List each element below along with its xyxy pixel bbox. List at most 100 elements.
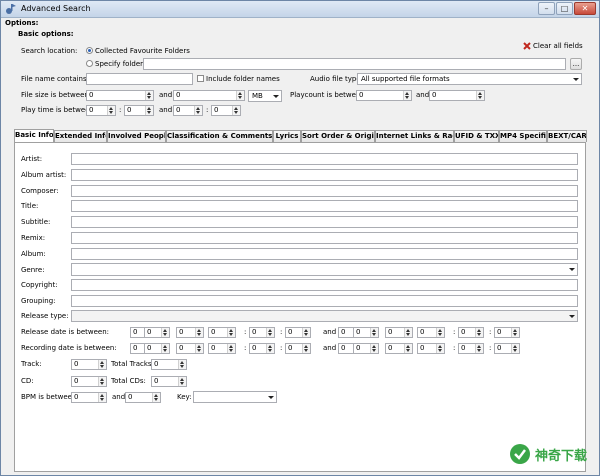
spin-arrows-icon[interactable]	[227, 328, 235, 337]
spin-arrows-icon[interactable]	[403, 91, 411, 100]
playcount-from-input[interactable]: 0	[356, 90, 412, 101]
date-part-input[interactable]: 0	[249, 327, 275, 338]
spin-arrows-icon[interactable]	[436, 344, 444, 353]
spin-arrows-icon[interactable]	[98, 393, 106, 402]
spin-arrows-icon[interactable]	[370, 344, 378, 353]
spin-arrows-icon[interactable]	[476, 91, 484, 100]
track-input[interactable]: 0	[71, 359, 107, 370]
date-part-input[interactable]: 0	[458, 327, 484, 338]
date-part-input[interactable]: 0	[385, 327, 413, 338]
release-type-select[interactable]	[71, 310, 578, 322]
date-part-input[interactable]: 0	[353, 343, 379, 354]
spin-arrows-icon[interactable]	[475, 344, 483, 353]
genre-select[interactable]	[71, 263, 578, 276]
playcount-to-input[interactable]: 0	[429, 90, 485, 101]
tab-involved-people[interactable]: Involved People	[107, 130, 166, 142]
file-size-from-input[interactable]: 0	[86, 90, 154, 101]
date-part-input[interactable]: 0	[353, 327, 379, 338]
spin-arrows-icon[interactable]	[145, 91, 153, 100]
spin-arrows-icon[interactable]	[195, 344, 203, 353]
bpm-to-input[interactable]: 0	[125, 392, 161, 403]
date-part-input[interactable]: 0	[176, 343, 204, 354]
date-part-input[interactable]: 0	[385, 343, 413, 354]
spin-arrows-icon[interactable]	[161, 328, 169, 337]
spin-arrows-icon[interactable]	[232, 106, 240, 115]
date-part-input[interactable]: 0	[285, 327, 311, 338]
spin-arrows-icon[interactable]	[511, 328, 519, 337]
include-folder-checkbox[interactable]	[197, 75, 204, 82]
spin-arrows-icon[interactable]	[161, 344, 169, 353]
date-part-input[interactable]: 0	[417, 327, 445, 338]
date-part-input[interactable]: 0	[494, 327, 520, 338]
close-button[interactable]: ✕	[574, 2, 596, 15]
tab-mp4-specific[interactable]: MP4 Specific	[499, 130, 547, 142]
spin-arrows-icon[interactable]	[236, 91, 244, 100]
size-unit-select[interactable]: MB	[248, 90, 282, 102]
date-part-input[interactable]: 0	[494, 343, 520, 354]
spin-arrows-icon[interactable]	[145, 106, 153, 115]
spin-arrows-icon[interactable]	[436, 328, 444, 337]
tab-internet-links-radio[interactable]: Internet Links & Radio	[375, 130, 454, 142]
spin-arrows-icon[interactable]	[266, 328, 274, 337]
maximize-button[interactable]: □	[556, 2, 573, 15]
date-part-input[interactable]: 0	[417, 343, 445, 354]
spin-arrows-icon[interactable]	[178, 360, 186, 369]
artist-input[interactable]	[71, 153, 578, 165]
title-input[interactable]	[71, 200, 578, 212]
copyright-input[interactable]	[71, 279, 578, 291]
subtitle-input[interactable]	[71, 216, 578, 228]
spin-arrows-icon[interactable]	[475, 328, 483, 337]
key-select[interactable]	[193, 391, 277, 403]
play-time-to-min-input[interactable]: 0	[173, 105, 203, 116]
tab-basic-info[interactable]: Basic Info	[14, 129, 54, 142]
folder-path-input[interactable]	[143, 58, 566, 70]
spin-arrows-icon[interactable]	[266, 344, 274, 353]
album-input[interactable]	[71, 248, 578, 260]
audio-type-select[interactable]: All supported file formats	[357, 73, 582, 85]
total-tracks-input[interactable]: 0	[151, 359, 187, 370]
tab-lyrics[interactable]: Lyrics	[273, 130, 301, 142]
spin-arrows-icon[interactable]	[302, 344, 310, 353]
date-part-input[interactable]: 0	[176, 327, 204, 338]
cd-input[interactable]: 0	[71, 376, 107, 387]
spin-arrows-icon[interactable]	[107, 106, 115, 115]
composer-input[interactable]	[71, 185, 578, 197]
file-name-input[interactable]	[86, 73, 193, 85]
spin-arrows-icon[interactable]	[178, 377, 186, 386]
date-part-input[interactable]: 0	[208, 327, 236, 338]
remix-input[interactable]	[71, 232, 578, 244]
specify-folder-radio[interactable]	[86, 60, 93, 67]
spin-arrows-icon[interactable]	[370, 328, 378, 337]
spin-arrows-icon[interactable]	[152, 393, 160, 402]
spin-arrows-icon[interactable]	[404, 344, 412, 353]
tab-extended-info[interactable]: Extended Info	[54, 130, 107, 142]
play-time-from-min-input[interactable]: 0	[86, 105, 116, 116]
spin-arrows-icon[interactable]	[227, 344, 235, 353]
spin-arrows-icon[interactable]	[195, 328, 203, 337]
spin-arrows-icon[interactable]	[98, 377, 106, 386]
grouping-input[interactable]	[71, 295, 578, 307]
date-part-input[interactable]: 0	[144, 327, 170, 338]
total-cds-input[interactable]: 0	[151, 376, 187, 387]
tab-classification-comments[interactable]: Classification & Comments	[166, 130, 273, 142]
date-part-input[interactable]: 0	[285, 343, 311, 354]
spin-arrows-icon[interactable]	[194, 106, 202, 115]
tab-bext-cart[interactable]: BEXT/CART	[547, 130, 587, 142]
minimize-button[interactable]: –	[538, 2, 555, 15]
collected-folders-radio[interactable]	[86, 47, 93, 54]
play-time-from-sec-input[interactable]: 0	[124, 105, 154, 116]
spin-arrows-icon[interactable]	[98, 360, 106, 369]
tab-ufid-txxx[interactable]: UFID & TXXX	[454, 130, 499, 142]
spin-arrows-icon[interactable]	[404, 328, 412, 337]
date-part-input[interactable]: 0	[458, 343, 484, 354]
album-artist-input[interactable]	[71, 169, 578, 181]
spin-arrows-icon[interactable]	[511, 344, 519, 353]
tab-sort-order-original[interactable]: Sort Order & Original	[301, 130, 375, 142]
date-part-input[interactable]: 0	[144, 343, 170, 354]
play-time-to-sec-input[interactable]: 0	[211, 105, 241, 116]
browse-button[interactable]: ...	[570, 58, 582, 70]
date-part-input[interactable]: 0	[208, 343, 236, 354]
bpm-from-input[interactable]: 0	[71, 392, 107, 403]
spin-arrows-icon[interactable]	[302, 328, 310, 337]
file-size-to-input[interactable]: 0	[173, 90, 245, 101]
